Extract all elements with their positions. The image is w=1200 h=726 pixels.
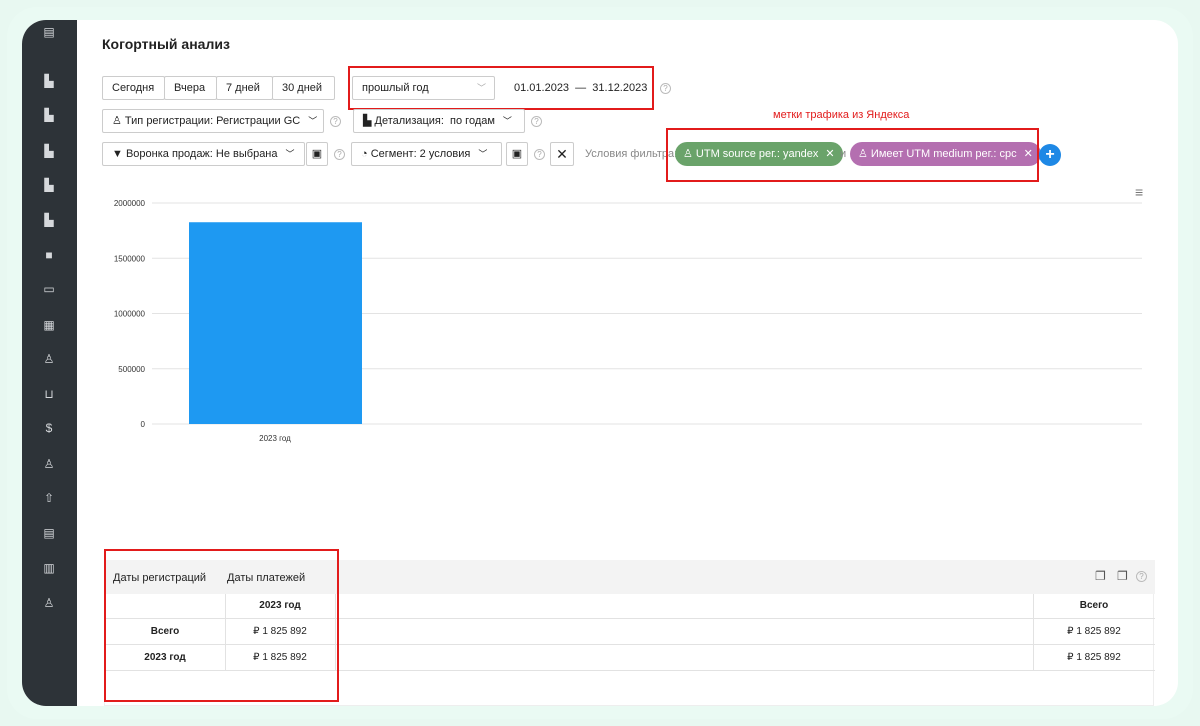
range-30days-button[interactable]: 30 дней: [272, 76, 335, 100]
chevron-down-icon: ﹀: [308, 116, 318, 126]
chevron-down-icon: ﹀: [478, 149, 488, 159]
help-icon[interactable]: ?: [1136, 571, 1147, 582]
save-icon[interactable]: ▣: [506, 142, 528, 166]
chart-icon[interactable]: ▙: [41, 178, 57, 192]
receipt-icon[interactable]: ▤: [41, 526, 57, 540]
cart-icon[interactable]: ⊔: [41, 387, 57, 401]
help-icon[interactable]: ?: [531, 116, 542, 127]
chevron-down-icon: ﹀: [502, 116, 512, 126]
sidebar: ▤ ▙ ▙ ▙ ▙ ▙ ■ ▭ ▦ ♙ ⊔ $ ♙ ⇧ ▤ ▥ ♙: [22, 20, 77, 706]
chart-icon: ▙: [363, 115, 375, 127]
annotation-label: метки трафика из Яндекса: [773, 109, 910, 121]
calendar-icon[interactable]: ▦: [41, 318, 57, 332]
detail-dropdown[interactable]: ▙ Детализация: по годам ﹀: [353, 109, 525, 133]
user-settings-icon[interactable]: ♙: [41, 596, 57, 610]
page-title: Когортный анализ: [102, 36, 230, 52]
help-icon[interactable]: ?: [334, 149, 345, 160]
highlight-table: [104, 549, 339, 702]
col-header-total: Всего: [1079, 600, 1109, 611]
y-tick-label: 2000000: [114, 199, 146, 208]
table-cell: ₽ 1 825 892: [1067, 626, 1121, 637]
help-icon[interactable]: ?: [330, 116, 341, 127]
chart-icon[interactable]: ▙: [41, 213, 57, 227]
video-icon[interactable]: ■: [41, 248, 57, 262]
y-tick-label: 1500000: [114, 254, 146, 263]
upload-icon[interactable]: ⇧: [41, 491, 57, 505]
x-tick-label: 2023 год: [259, 434, 291, 443]
dollar-icon[interactable]: $: [41, 421, 57, 435]
help-icon[interactable]: ?: [534, 149, 545, 160]
range-7days-button[interactable]: 7 дней: [216, 76, 273, 100]
range-today-button[interactable]: Сегодня: [102, 76, 165, 100]
chart-icon[interactable]: ▙: [41, 144, 57, 158]
user-icon: ♙: [112, 115, 125, 127]
pie-icon: ◔: [361, 148, 371, 160]
barcode-icon[interactable]: ▥: [41, 561, 57, 575]
y-tick-label: 1000000: [114, 310, 146, 319]
chart-icon[interactable]: ▙: [41, 108, 57, 122]
clear-icon[interactable]: ✕: [550, 142, 574, 166]
reg-type-dropdown[interactable]: ♙ Тип регистрации: Регистрации GC ﹀: [102, 109, 324, 133]
copy-icon[interactable]: ❐: [1117, 569, 1128, 583]
user-icon[interactable]: ♙: [41, 352, 57, 366]
copy-icon[interactable]: ❐: [1095, 569, 1106, 583]
save-icon[interactable]: ▣: [306, 142, 328, 166]
y-tick-label: 0: [141, 420, 146, 429]
chart-icon[interactable]: ▙: [41, 74, 57, 88]
bar: [189, 222, 362, 424]
segment-dropdown[interactable]: ◔ Сегмент: 2 условия ﹀: [351, 142, 502, 166]
funnel-dropdown[interactable]: ▼ Воронка продаж: Не выбрана ﹀: [102, 142, 305, 166]
highlight-filters: [666, 128, 1039, 182]
users-icon[interactable]: ♙: [41, 457, 57, 471]
add-filter-button[interactable]: +: [1039, 144, 1061, 166]
main-content: Когортный анализ Сегодня Вчера 7 дней 30…: [77, 20, 1178, 706]
chevron-down-icon: ﹀: [285, 149, 295, 159]
table-cell: ₽ 1 825 892: [1067, 652, 1121, 663]
app-window: ▤ ▙ ▙ ▙ ▙ ▙ ■ ▭ ▦ ♙ ⊔ $ ♙ ⇧ ▤ ▥ ♙ Когорт…: [22, 20, 1178, 706]
book-icon[interactable]: ▤: [41, 25, 57, 39]
highlight-period: [348, 66, 654, 110]
bar-chart: 0 500000 1000000 1500000 2000000 2023 год: [77, 185, 1178, 475]
conditions-label: Условия фильтра:: [585, 148, 678, 160]
truck-icon[interactable]: ▭: [41, 282, 57, 296]
y-tick-label: 500000: [118, 365, 145, 374]
funnel-icon: ▼: [112, 148, 126, 160]
range-yesterday-button[interactable]: Вчера: [164, 76, 217, 100]
help-icon[interactable]: ?: [660, 83, 671, 94]
